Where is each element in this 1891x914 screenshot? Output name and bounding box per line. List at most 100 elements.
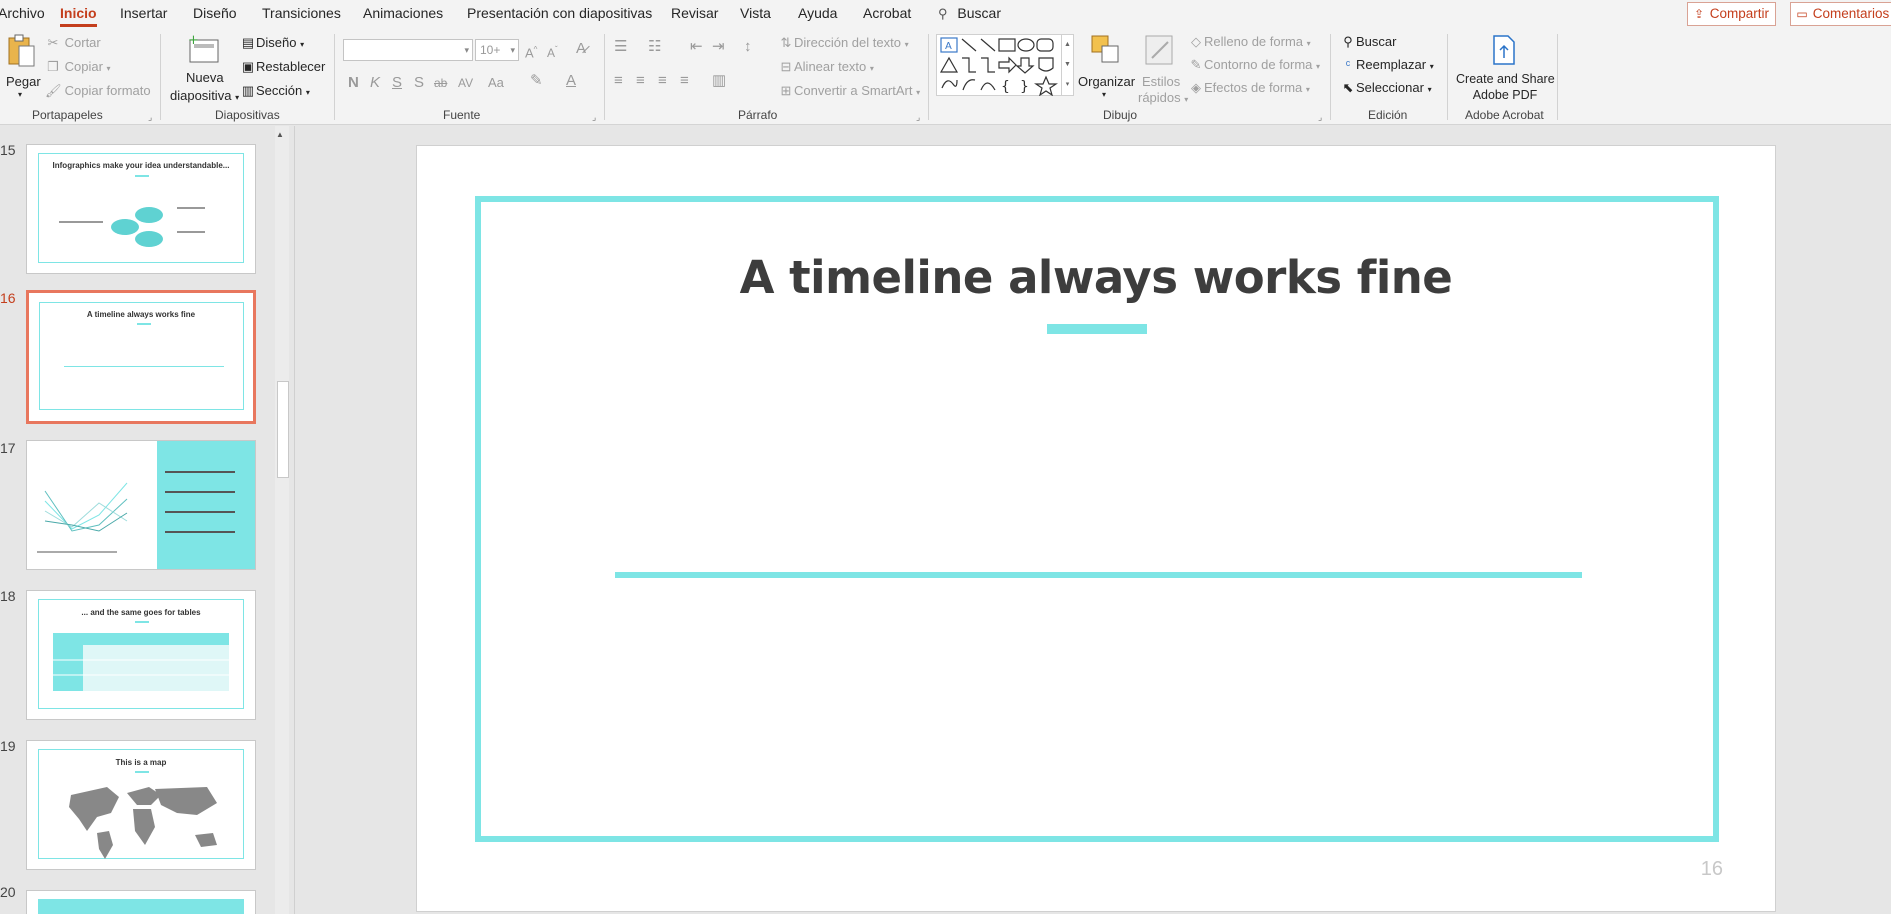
strikethrough-icon[interactable]: ab <box>434 74 447 92</box>
select-label: Seleccionar <box>1356 80 1424 95</box>
align-right-icon[interactable]: ≡ <box>658 72 667 90</box>
shape-fill-button[interactable]: ◇ Relleno de forma ▾ <box>1188 33 1311 53</box>
section-button[interactable]: ▥ Sección ▾ <box>240 82 310 102</box>
justify-icon[interactable]: ≡ <box>680 72 689 90</box>
thumb-title: Infographics make your idea understandab… <box>52 161 230 170</box>
select-button[interactable]: ⬉ Seleccionar ▾ <box>1340 79 1432 99</box>
shape-effects-button[interactable]: ◈ Efectos de forma ▾ <box>1188 79 1310 99</box>
increase-indent-icon[interactable]: ⇥ <box>712 38 725 56</box>
shape-effects-label: Efectos de forma <box>1204 80 1303 95</box>
replace-button[interactable]: ᶜ Reemplazar ▾ <box>1340 56 1434 76</box>
quick-styles-button[interactable]: Estilos rápidos ▾ <box>1138 32 1188 105</box>
change-case-icon[interactable]: Aa <box>488 74 504 92</box>
shadow-icon[interactable]: S <box>414 74 424 92</box>
group-separator <box>1330 34 1331 120</box>
font-color-icon[interactable]: A <box>566 72 576 90</box>
font-size-combo[interactable]: 10+ ▾ <box>475 39 519 61</box>
slide-thumbnail-17[interactable] <box>26 440 256 570</box>
quick-styles-label-1: Estilos <box>1142 74 1181 89</box>
tab-ayuda[interactable]: Ayuda <box>798 0 837 27</box>
numbering-icon[interactable]: ☷ <box>648 38 661 56</box>
tab-transiciones[interactable]: Transiciones <box>262 0 341 27</box>
tell-me-search[interactable]: ⚲ Buscar <box>938 0 1001 27</box>
decrease-indent-icon[interactable]: ⇤ <box>690 38 703 56</box>
slide-title[interactable]: A timeline always works fine <box>417 251 1775 304</box>
italic-icon[interactable]: K <box>370 74 380 92</box>
dialog-launcher-icon[interactable]: ⌟ <box>592 112 596 123</box>
timeline-line[interactable] <box>615 572 1582 578</box>
copy-button[interactable]: ❐ Copiar ▾ <box>45 58 110 78</box>
clear-format-icon[interactable]: A̷ <box>576 40 586 58</box>
thumbnail-scrollbar[interactable] <box>275 126 289 914</box>
paste-button[interactable]: Pegar ▾ <box>4 34 41 100</box>
new-slide-button[interactable]: + Nueva diapositiva ▾ <box>166 32 239 104</box>
tab-diseno[interactable]: Diseño <box>193 0 237 27</box>
tab-archivo[interactable]: Archivo <box>0 0 45 27</box>
thumb-accent-bar <box>135 175 149 177</box>
layout-button[interactable]: ▤ Diseño ▾ <box>240 34 304 54</box>
text-direction-button[interactable]: ⇅ Dirección del texto ▾ <box>778 34 909 54</box>
comments-button[interactable]: ▭ Comentarios <box>1790 2 1891 26</box>
tab-animaciones[interactable]: Animaciones <box>363 0 443 27</box>
tab-insertar[interactable]: Insertar <box>120 0 167 27</box>
scrollbar-thumb[interactable] <box>277 381 289 478</box>
cut-button[interactable]: ✂ Cortar <box>45 34 101 52</box>
bold-icon[interactable]: N <box>348 74 359 92</box>
format-painter-button[interactable]: 🖌 Copiar formato <box>45 82 151 100</box>
shape-outline-button[interactable]: ✎ Contorno de forma ▾ <box>1188 56 1321 76</box>
reset-button[interactable]: ▣ Restablecer <box>240 58 326 76</box>
slide-thumbnail-16[interactable]: A timeline always works fine <box>26 290 256 424</box>
slide-thumbnail-20[interactable] <box>26 890 256 914</box>
tab-acrobat[interactable]: Acrobat <box>863 0 911 27</box>
dialog-launcher-icon[interactable]: ⌟ <box>1318 112 1322 123</box>
share-label: Compartir <box>1709 6 1770 21</box>
new-slide-label-1: Nueva <box>186 70 224 85</box>
tab-presentacion[interactable]: Presentación con diapositivas <box>467 0 652 27</box>
chevron-down-icon: ▾ <box>510 45 515 55</box>
dialog-launcher-icon[interactable]: ⌟ <box>148 112 152 123</box>
align-center-icon[interactable]: ≡ <box>636 72 645 90</box>
tab-inicio[interactable]: Inicio <box>60 0 97 27</box>
highlight-icon[interactable]: ✎ <box>530 72 543 90</box>
scissors-icon: ✂ <box>47 35 59 50</box>
create-share-pdf-button[interactable]: Create and Share Adobe PDF <box>1456 32 1555 104</box>
shapes-gallery[interactable]: A { } ▲ ▼ ▾ <box>936 34 1074 96</box>
copy-icon: ❐ <box>47 59 59 74</box>
section-icon: ▥ <box>241 83 255 98</box>
columns-icon[interactable]: ▥ <box>712 72 726 90</box>
smartart-button[interactable]: ⊞ Convertir a SmartArt ▾ <box>778 82 921 102</box>
new-slide-label-2: diapositiva <box>170 88 232 103</box>
group-label-diapositivas: Diapositivas <box>215 108 280 122</box>
thumb-title: ... and the same goes for tables <box>81 608 201 617</box>
slide-number: 18 <box>0 588 16 604</box>
slide-thumbnail-15[interactable]: Infographics make your idea understandab… <box>26 144 256 274</box>
bullets-icon[interactable]: ☰ <box>614 38 627 56</box>
font-name-combo[interactable]: ▾ <box>343 39 473 61</box>
tab-vista[interactable]: Vista <box>740 0 771 27</box>
share-button[interactable]: ⇪ Compartir <box>1687 2 1777 26</box>
group-label-fuente: Fuente <box>443 108 481 122</box>
underline-icon[interactable]: S <box>392 74 402 92</box>
pdf-share-icon <box>1493 35 1515 65</box>
slide-canvas[interactable]: A timeline always works fine 16 <box>416 145 1776 912</box>
thumb-accent-band <box>38 899 244 914</box>
slide-thumbnails-pane[interactable]: 15 Infographics make your idea understan… <box>0 126 294 914</box>
gallery-scroll[interactable]: ▲ ▼ ▾ <box>1061 35 1073 95</box>
group-label-edicion: Edición <box>1368 108 1408 122</box>
align-text-button[interactable]: ⊟ Alinear texto ▾ <box>778 58 874 78</box>
slide-thumbnail-19[interactable]: This is a map <box>26 740 256 870</box>
increase-font-icon[interactable]: A^ <box>525 41 537 62</box>
char-spacing-icon[interactable]: AV <box>458 74 473 92</box>
thumb-timeline <box>64 366 224 367</box>
tell-me-label: Buscar <box>957 5 1001 21</box>
line-spacing-icon[interactable]: ↕ <box>744 38 752 56</box>
scroll-up-icon[interactable]: ▲ <box>276 130 284 139</box>
dialog-launcher-icon[interactable]: ⌟ <box>916 112 920 123</box>
arrange-button[interactable]: Organizar ▾ <box>1078 32 1135 104</box>
slide-thumbnail-18[interactable]: ... and the same goes for tables <box>26 590 256 720</box>
find-button[interactable]: ⚲ Buscar <box>1340 33 1396 51</box>
paste-label: Pegar <box>6 74 41 89</box>
decrease-font-icon[interactable]: Aˇ <box>547 41 558 62</box>
align-left-icon[interactable]: ≡ <box>614 72 623 90</box>
tab-revisar[interactable]: Revisar <box>671 0 718 27</box>
